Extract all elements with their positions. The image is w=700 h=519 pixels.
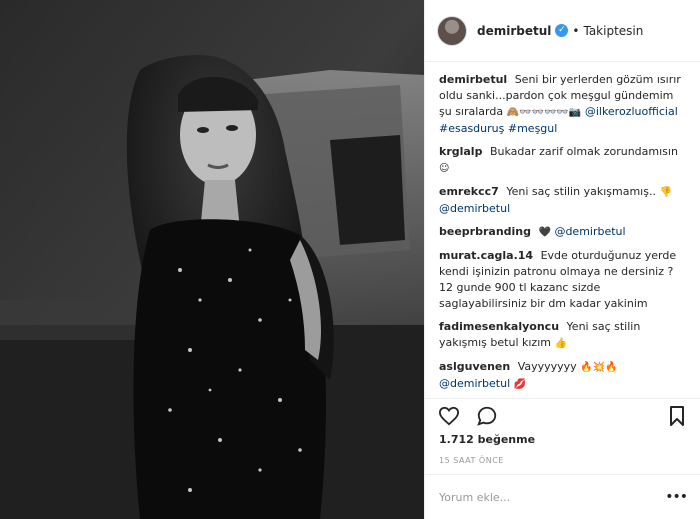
likes-count[interactable]: 1.712 beğenme [439, 433, 535, 446]
comment-input[interactable] [439, 490, 666, 504]
post-time: 15 SAAT ÖNCE [439, 456, 504, 465]
comment-emoji: 👎 [659, 187, 672, 198]
header-username[interactable]: demirbetul [477, 24, 551, 38]
comment-text: Vayyyyyyy [517, 360, 577, 373]
comment-username[interactable]: fadimesenkalyoncu [439, 320, 559, 333]
comment-mention[interactable]: @demirbetul [439, 202, 510, 215]
post-header: demirbetul ✓ • Takiptesin [425, 0, 700, 62]
comment-item: aslguvenen Vayyyyyyy 🔥💥🔥 @demirbetul 💋 [439, 359, 687, 393]
comment-emoji: 🙈👓👓👓👓📷 [506, 107, 582, 118]
comment-emoji: 🔥💥🔥 [580, 362, 618, 373]
comment-username[interactable]: murat.cagla.14 [439, 249, 533, 262]
comment-username[interactable]: krglalp [439, 145, 482, 158]
comment-emoji: 👍 [554, 338, 567, 349]
comment-text: Bukadar zarif olmak zorundamısın [489, 145, 678, 158]
add-comment-bar: ••• [425, 474, 700, 519]
comment-emoji: ☺ [439, 163, 450, 174]
comment-item: murat.cagla.14 Evde oturduğunuz yerde ke… [439, 248, 687, 312]
comment-item: fadimesenkalyoncu Yeni saç stilin yakışm… [439, 319, 687, 352]
post-photo[interactable] [0, 0, 424, 519]
comment-emoji: 🖤 [538, 227, 551, 238]
bookmark-icon[interactable] [665, 404, 689, 428]
post-image [0, 0, 424, 519]
comment-item: emrekcc7 Yeni saç stilin yakışmamış.. 👎 … [439, 184, 687, 217]
follow-status-button[interactable]: Takiptesin [583, 24, 643, 38]
comment-mention[interactable]: @demirbetul [554, 225, 625, 238]
header-separator: • [572, 23, 580, 38]
verified-badge-icon: ✓ [555, 24, 569, 37]
comment-icon[interactable] [475, 404, 499, 428]
comment-text: Yeni saç stilin yakışmamış.. [506, 185, 656, 198]
comment-item: demirbetul Seni bir yerlerden gözüm ısır… [439, 72, 687, 137]
comment-username[interactable]: demirbetul [439, 73, 507, 86]
comment-username[interactable]: aslguvenen [439, 360, 510, 373]
comment-mention[interactable]: @demirbetul [439, 377, 510, 390]
avatar[interactable] [437, 15, 467, 46]
comment-item: krglalp Bukadar zarif olmak zorundamısın… [439, 144, 687, 177]
comment-username[interactable]: beeprbranding [439, 225, 531, 238]
action-bar [425, 398, 700, 432]
heart-icon[interactable] [437, 404, 461, 428]
comment-emoji: 💋 [513, 379, 527, 390]
more-options-icon[interactable]: ••• [665, 489, 688, 505]
comment-item: beeprbranding 🖤 @demirbetul [439, 224, 687, 241]
post-panel: demirbetul ✓ • Takiptesin demirbetul Sen… [424, 0, 700, 519]
comments-list[interactable]: demirbetul Seni bir yerlerden gözüm ısır… [425, 62, 700, 398]
comment-username[interactable]: emrekcc7 [439, 185, 499, 198]
